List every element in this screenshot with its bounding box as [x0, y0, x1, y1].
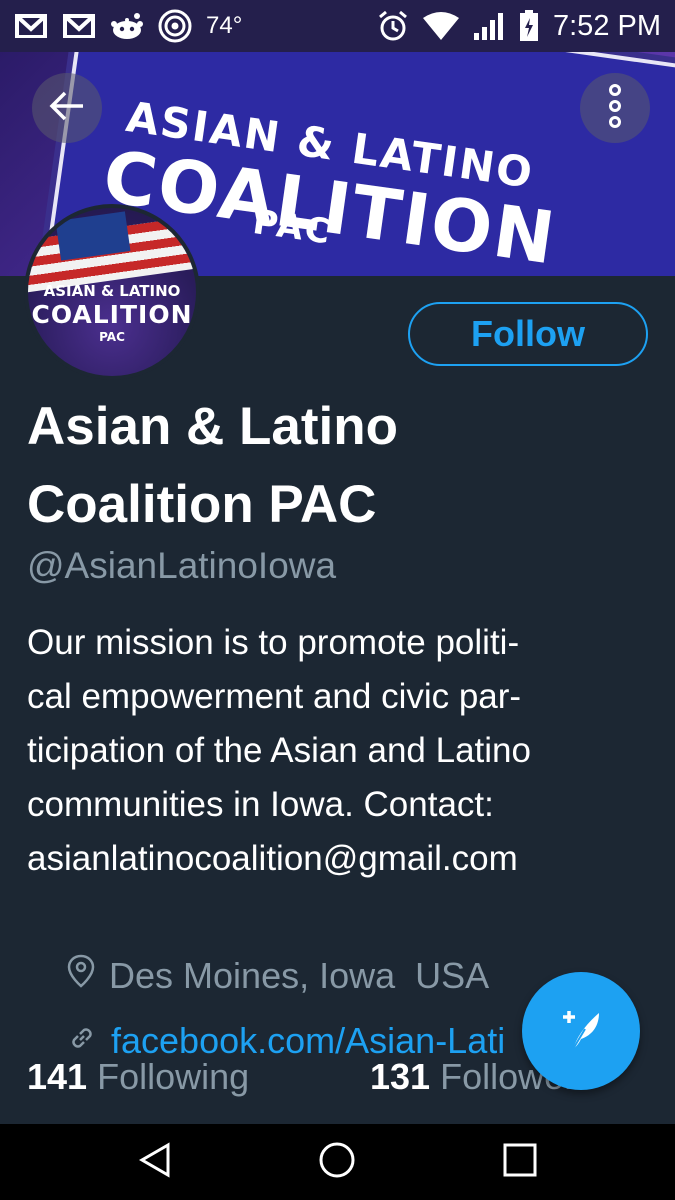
clock: 7:52 PM	[553, 9, 661, 42]
signal-icon	[473, 11, 505, 41]
profile-bio: Our mission is to promote politi- cal em…	[27, 616, 647, 886]
following-label: Following	[97, 1056, 250, 1097]
bio-line: Our mission is to promote politi-	[27, 623, 520, 662]
compose-feather-icon	[551, 999, 611, 1064]
profile-handle: @AsianLatinoIowa	[27, 545, 337, 586]
profile-name-line1: Asian & Latino	[27, 397, 399, 456]
bio-line: cal empowerment and civic par-	[27, 677, 522, 716]
bio-line: asianlatinocoalition@gmail.com	[27, 839, 518, 878]
gmail-icon	[14, 11, 48, 41]
nav-home-button[interactable]	[317, 1142, 357, 1182]
following-count: 141	[27, 1056, 88, 1097]
arrow-left-icon	[49, 90, 85, 127]
target-app-icon	[158, 9, 192, 43]
followers-count: 131	[370, 1056, 431, 1097]
square-recents-icon	[502, 1142, 538, 1183]
profile-name-line2: Coalition PAC	[27, 475, 377, 534]
following-stat[interactable]: 141 Following	[27, 1056, 249, 1098]
status-bar: 74° 7:52 PM	[0, 0, 675, 52]
avatar[interactable]: ASIAN & LATINO COALITION PAC	[24, 204, 200, 380]
more-vertical-icon	[608, 83, 622, 133]
nav-back-button[interactable]	[135, 1141, 175, 1183]
temperature: 74°	[206, 12, 243, 39]
status-bar-left: 74°	[14, 9, 242, 43]
bio-line: communities in Iowa. Contact:	[27, 785, 494, 824]
gmail-icon	[62, 11, 96, 41]
compose-tweet-button[interactable]	[522, 972, 640, 1090]
android-navigation-bar	[0, 1124, 675, 1200]
reddit-icon	[110, 11, 144, 41]
more-options-button[interactable]	[580, 73, 650, 143]
avatar-text-line1: ASIAN & LATINO	[43, 282, 181, 300]
avatar-text-line3: PAC	[99, 330, 125, 344]
battery-charging-icon	[519, 10, 539, 42]
nav-recents-button[interactable]	[500, 1142, 540, 1182]
wifi-icon	[423, 12, 459, 40]
profile-name: Asian & Latino Coalition PAC	[27, 388, 547, 544]
bio-line: ticipation of the Asian and Latino	[27, 731, 531, 770]
back-button[interactable]	[32, 73, 102, 143]
triangle-back-icon	[138, 1141, 172, 1183]
circle-home-icon	[318, 1141, 356, 1184]
avatar-text-line2: COALITION	[31, 300, 193, 329]
status-bar-right: 7:52 PM	[377, 10, 661, 43]
follow-button[interactable]: Follow	[408, 302, 648, 366]
alarm-icon	[377, 10, 409, 42]
avatar-image: ASIAN & LATINO COALITION PAC	[28, 208, 196, 376]
